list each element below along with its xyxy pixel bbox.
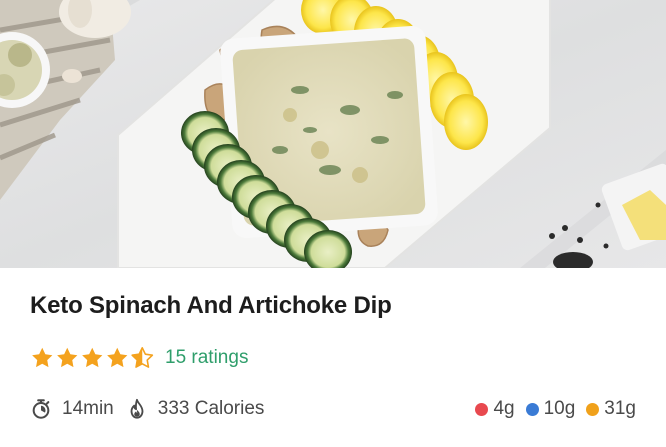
star-icon — [82, 347, 103, 368]
star-icon — [57, 347, 78, 368]
star-rating — [30, 346, 155, 370]
calories-value: 333 Calories — [157, 398, 265, 419]
fat-dot — [586, 402, 600, 416]
macros: 4g 10g 31g — [475, 398, 636, 420]
fat-value: 31g — [604, 398, 636, 419]
ratings-count-link[interactable]: 15 ratings — [165, 347, 248, 369]
dip-photo-illustration — [0, 0, 666, 268]
carbs-value: 4g — [493, 398, 515, 419]
recipe-meta: 14min 333 Calories 4g 10g 31g — [30, 396, 636, 422]
timer-icon — [32, 399, 50, 419]
recipe-photo[interactable] — [0, 0, 666, 268]
flame-icon — [130, 398, 144, 419]
carbs-dot — [475, 402, 489, 416]
star-icon — [32, 347, 53, 368]
recipe-title[interactable]: Keto Spinach And Artichoke Dip — [30, 292, 392, 320]
protein-value: 10g — [543, 398, 576, 419]
recipe-card[interactable]: Keto Spinach And Artichoke Dip 15 rating… — [0, 0, 666, 447]
star-icon — [107, 347, 128, 368]
protein-dot — [525, 402, 539, 416]
prep-time: 14min — [30, 398, 114, 420]
macro-fat: 31g — [586, 398, 636, 420]
macro-carbs: 4g — [475, 398, 515, 420]
prep-time-value: 14min — [62, 398, 114, 419]
half-star-icon — [131, 347, 154, 368]
calories: 333 Calories — [126, 398, 265, 420]
macro-protein: 10g — [525, 398, 576, 420]
recipe-info: Keto Spinach And Artichoke Dip 15 rating… — [0, 268, 666, 447]
rating-row[interactable]: 15 ratings — [30, 344, 248, 372]
